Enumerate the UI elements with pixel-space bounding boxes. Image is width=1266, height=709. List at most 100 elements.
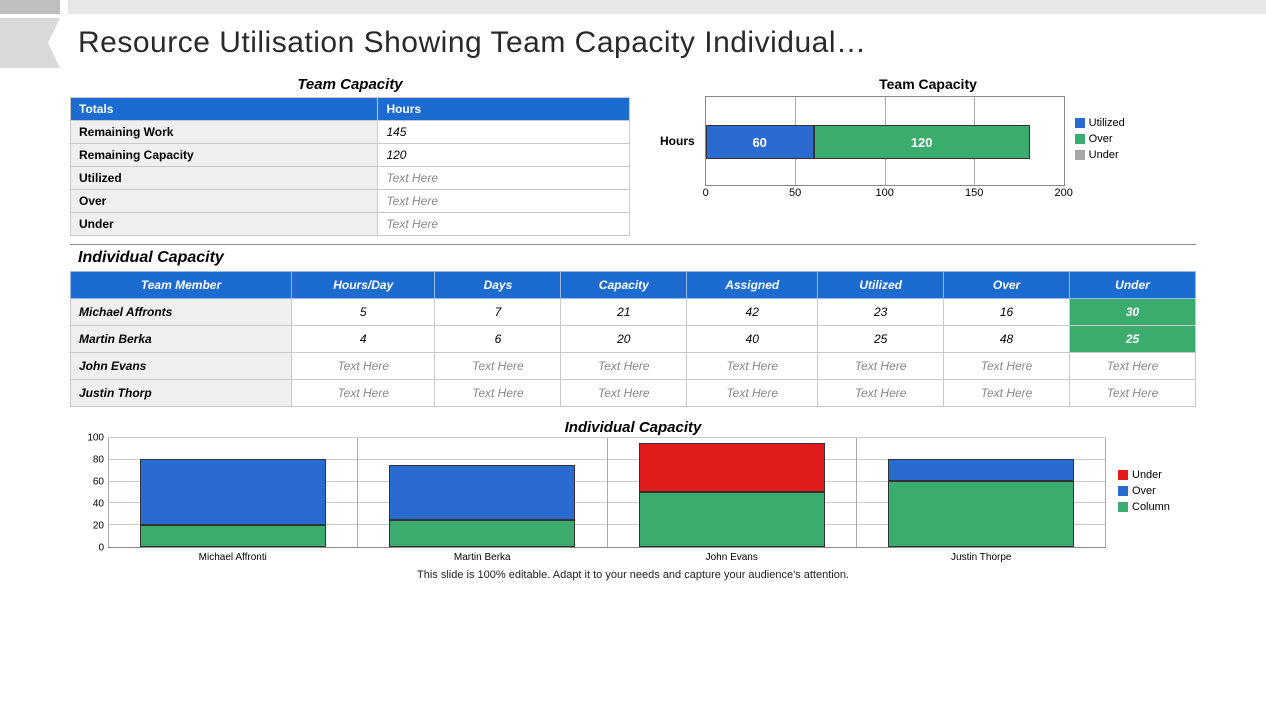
legend-label: Utilized (1089, 117, 1125, 129)
cell-name: Martin Berka (71, 326, 292, 353)
page-title: Resource Utilisation Showing Team Capaci… (78, 26, 866, 60)
cell: Text Here (292, 353, 435, 380)
x-tick: 200 (1054, 187, 1072, 199)
stacked-bar (140, 459, 326, 547)
legend-label: Over (1089, 133, 1113, 145)
cell: Text Here (687, 353, 818, 380)
table-row: Martin Berka 4 6 20 40 25 48 25 (71, 326, 1196, 353)
legend-label: Over (1132, 485, 1156, 497)
x-tick: 0 (703, 187, 709, 199)
row-label: Remaining Capacity (71, 144, 378, 167)
row-value: Text Here (378, 213, 630, 236)
y-tick: 60 (93, 477, 104, 488)
cell: 7 (435, 299, 561, 326)
cell: Text Here (435, 380, 561, 407)
seg-over (389, 465, 575, 520)
seg-under (639, 443, 825, 492)
cell: 5 (292, 299, 435, 326)
swatch-icon (1075, 118, 1085, 128)
legend-item: Utilized (1075, 117, 1125, 129)
team-chart-legend: Utilized Over Under (1075, 117, 1125, 165)
chart-plot (108, 438, 1106, 548)
cell: Text Here (292, 380, 435, 407)
table-row: Remaining Work145 (71, 121, 630, 144)
content-area: Team Capacity Totals Hours Remaining Wor… (70, 76, 1196, 691)
stacked-bar (888, 459, 1074, 547)
y-tick: 20 (93, 521, 104, 532)
x-tick: 100 (875, 187, 893, 199)
team-chart: Hours 60 120 0 50 100 150 200 (660, 96, 1196, 186)
row-team-capacity: Team Capacity Totals Hours Remaining Wor… (70, 76, 1196, 236)
table-row: UtilizedText Here (71, 167, 630, 190)
table-row: Michael Affronts 5 7 21 42 23 16 30 (71, 299, 1196, 326)
seg-over (140, 459, 326, 525)
y-tick: 40 (93, 499, 104, 510)
cell: Text Here (818, 380, 944, 407)
legend-item: Under (1118, 469, 1196, 481)
cell-name: Justin Thorp (71, 380, 292, 407)
x-label: Martin Berka (358, 548, 608, 563)
cell: Text Here (561, 353, 687, 380)
team-capacity-chart-wrap: Team Capacity Hours 60 120 0 50 100 15 (660, 76, 1196, 236)
th: Utilized (818, 272, 944, 299)
th: Capacity (561, 272, 687, 299)
x-labels: Michael Affronti Martin Berka John Evans… (108, 548, 1196, 563)
y-axis: 100 80 60 40 20 0 (70, 438, 108, 548)
stacked-bar (639, 443, 825, 547)
seg-column (140, 525, 326, 547)
bar-segment-utilized: 60 (706, 125, 814, 159)
swatch-icon (1075, 150, 1085, 160)
x-tick: 150 (965, 187, 983, 199)
swatch-icon (1118, 502, 1128, 512)
footer-note: This slide is 100% editable. Adapt it to… (70, 569, 1196, 581)
individual-chart-wrap: Individual Capacity 100 80 60 40 20 0 (70, 419, 1196, 563)
legend-item: Over (1118, 485, 1196, 497)
table-row: Justin Thorp Text Here Text Here Text He… (71, 380, 1196, 407)
cell: Text Here (561, 380, 687, 407)
row-value: 145 (378, 121, 630, 144)
x-label: Justin Thorpe (857, 548, 1107, 563)
cell: Text Here (687, 380, 818, 407)
individual-chart-title: Individual Capacity (70, 419, 1196, 436)
individual-capacity-title: Individual Capacity (78, 249, 1196, 267)
swatch-icon (1075, 134, 1085, 144)
header-hours: Hours (378, 98, 630, 121)
x-tick: 50 (789, 187, 801, 199)
cell: Text Here (944, 353, 1070, 380)
legend-label: Under (1089, 149, 1119, 161)
row-label: Remaining Work (71, 121, 378, 144)
x-ticks: 0 50 100 150 200 (706, 187, 1064, 203)
row-value: Text Here (378, 167, 630, 190)
th: Assigned (687, 272, 818, 299)
team-capacity-table-wrap: Team Capacity Totals Hours Remaining Wor… (70, 76, 630, 236)
bar-segment-over: 120 (814, 125, 1030, 159)
x-label: Michael Affronti (108, 548, 358, 563)
th: Team Member (71, 272, 292, 299)
cell: Text Here (1070, 353, 1196, 380)
ribbon-accent-light (68, 0, 1266, 14)
cell: Text Here (818, 353, 944, 380)
legend-item: Column (1118, 501, 1196, 513)
individual-capacity-table: Team Member Hours/Day Days Capacity Assi… (70, 271, 1196, 407)
cell-name: John Evans (71, 353, 292, 380)
table-row: OverText Here (71, 190, 630, 213)
cell: 4 (292, 326, 435, 353)
cell: Text Here (944, 380, 1070, 407)
legend-item: Over (1075, 133, 1125, 145)
cell: 40 (687, 326, 818, 353)
legend-item: Under (1075, 149, 1125, 161)
bar-group (357, 438, 606, 547)
legend-label: Under (1132, 469, 1162, 481)
legend-label: Column (1132, 501, 1170, 513)
table-row: John Evans Text Here Text Here Text Here… (71, 353, 1196, 380)
header-totals: Totals (71, 98, 378, 121)
th: Over (944, 272, 1070, 299)
cell: 42 (687, 299, 818, 326)
table-row: Remaining Capacity120 (71, 144, 630, 167)
stacked-bar: 60 120 (706, 125, 1030, 159)
cell: 48 (944, 326, 1070, 353)
team-capacity-table: Totals Hours Remaining Work145 Remaining… (70, 97, 630, 236)
bar-group (856, 438, 1106, 547)
seg-over (888, 459, 1074, 481)
th: Hours/Day (292, 272, 435, 299)
